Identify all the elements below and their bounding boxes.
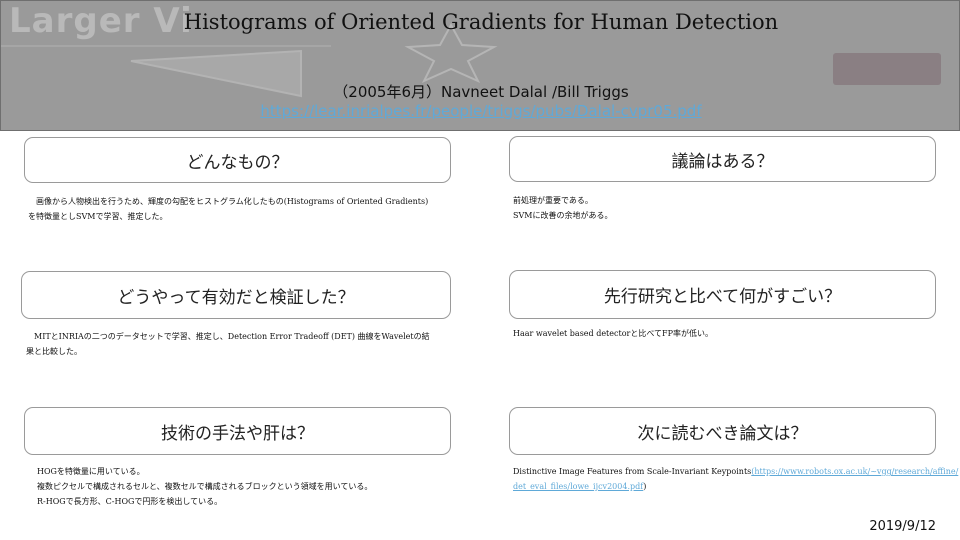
question-label: どうやって有効だと検証した？	[117, 287, 355, 308]
question-label: 先行研究と比べて何がすごい？	[603, 287, 842, 307]
paper-date-authors: （2005年6月）Navneet Dalal /Bill Triggs	[333, 83, 629, 101]
answer-line: 画像から人物検出を行うため、輝度の勾配をヒストグラム化したもの(Histogra…	[36, 197, 429, 206]
question-box-next-paper: 次に読むべき論文は？	[509, 407, 936, 455]
answer-line: HOGを特徴量に用いている。	[37, 467, 145, 476]
question-box-novelty: 先行研究と比べて何がすごい？	[509, 270, 936, 319]
question-box-discussion: 議論はある？	[509, 136, 936, 182]
answer-line: 前処理が重要である。	[513, 196, 593, 205]
answer-line: det_eval_files/lowe_ijcv2004.pdf)	[513, 479, 958, 494]
next-paper-link[interactable]: (https://www.robots.ox.ac.uk/~vgg/resear…	[751, 467, 958, 476]
answer-line: Distinctive Image Features from Scale-In…	[513, 464, 958, 479]
page-title: Histograms of Oriented Gradients for Hum…	[183, 10, 779, 34]
question-box-method: 技術の手法や肝は？	[24, 407, 451, 455]
question-box-what: どんなもの？	[24, 137, 451, 183]
answer-discussion: 前処理が重要である。 SVMに改善の余地がある。	[513, 193, 612, 223]
question-label: どんなもの？	[186, 152, 289, 173]
answer-what: 画像から人物検出を行うため、輝度の勾配をヒストグラム化したもの(Histogra…	[28, 194, 428, 224]
question-box-validation: どうやって有効だと検証した？	[21, 271, 451, 319]
answer-validation: MITとINRIAの二つのデータセットで学習、推定し、Detection Err…	[26, 329, 430, 359]
closing-paren: )	[643, 482, 647, 491]
answer-next-paper: Distinctive Image Features from Scale-In…	[513, 464, 958, 494]
question-label: 次に読むべき論文は？	[637, 423, 808, 444]
next-paper-link-continued[interactable]: det_eval_files/lowe_ijcv2004.pdf	[513, 482, 643, 491]
answer-line: Haar wavelet based detectorと比べてFP率が低い。	[513, 329, 713, 338]
question-label: 技術の手法や肝は？	[161, 423, 314, 444]
answer-line: MITとINRIAの二つのデータセットで学習、推定し、Detection Err…	[34, 332, 430, 341]
slide-date: 2019/9/12	[869, 519, 936, 534]
answer-method: HOGを特徴量に用いている。 複数ピクセルで構成されるセルと、複数セルで構成され…	[37, 464, 372, 509]
question-label: 議論はある？	[671, 151, 774, 172]
answer-line: 複数ピクセルで構成されるセルと、複数セルで構成されるブロックという領域を用いてい…	[37, 482, 373, 491]
answer-novelty: Haar wavelet based detectorと比べてFP率が低い。	[513, 326, 713, 341]
answer-line: SVMに改善の余地がある。	[513, 211, 613, 220]
next-paper-title: Distinctive Image Features from Scale-In…	[513, 467, 752, 476]
header-banner: Larger Vi Histograms of Oriented Gradien…	[0, 0, 960, 131]
paper-link[interactable]: https://lear.inrialpes.fr/people/triggs/…	[1, 102, 959, 120]
answer-line: 果と比較した。	[26, 347, 82, 356]
answer-line: を特徴量としSVMで学習、推定した。	[28, 212, 168, 221]
answer-line: R-HOGで長方形、C-HOGで円形を検出している。	[37, 497, 223, 506]
